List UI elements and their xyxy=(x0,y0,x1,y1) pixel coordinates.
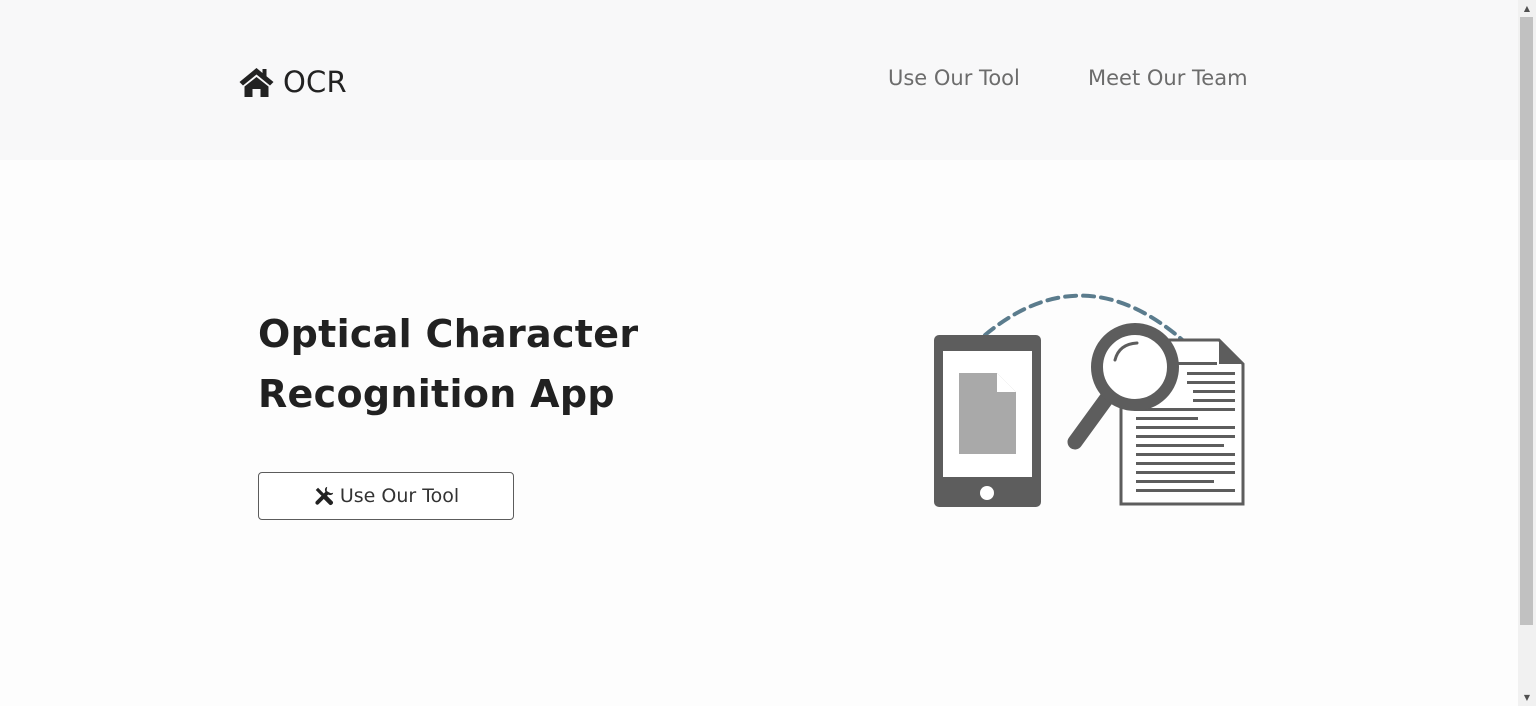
home-icon xyxy=(239,68,274,97)
hero-title: Optical Character Recognition App xyxy=(258,304,718,424)
phone-icon xyxy=(934,335,1041,507)
page: OCR Use Our Tool Meet Our Team Optical C… xyxy=(0,0,1536,706)
use-our-tool-button[interactable]: Use Our Tool xyxy=(258,472,514,520)
nav-link-use-our-tool[interactable]: Use Our Tool xyxy=(888,66,1020,90)
scrollbar-thumb[interactable] xyxy=(1520,17,1533,625)
hero-title-line-1: Optical Character xyxy=(258,312,639,356)
scroll-down-arrow-icon[interactable]: ▼ xyxy=(1518,689,1536,706)
vertical-scrollbar[interactable]: ▲ ▼ xyxy=(1518,0,1536,706)
hero-title-line-2: Recognition App xyxy=(258,372,615,416)
phone-document-magnifier-illustration xyxy=(934,293,1245,507)
nav-link-meet-our-team[interactable]: Meet Our Team xyxy=(1088,66,1248,90)
brand-label: OCR xyxy=(283,65,347,99)
navbar: OCR Use Our Tool Meet Our Team xyxy=(0,0,1518,160)
scroll-up-arrow-icon[interactable]: ▲ xyxy=(1518,0,1536,17)
use-our-tool-button-label: Use Our Tool xyxy=(339,485,460,507)
tools-icon xyxy=(315,486,334,506)
brand-link[interactable]: OCR xyxy=(238,62,347,102)
